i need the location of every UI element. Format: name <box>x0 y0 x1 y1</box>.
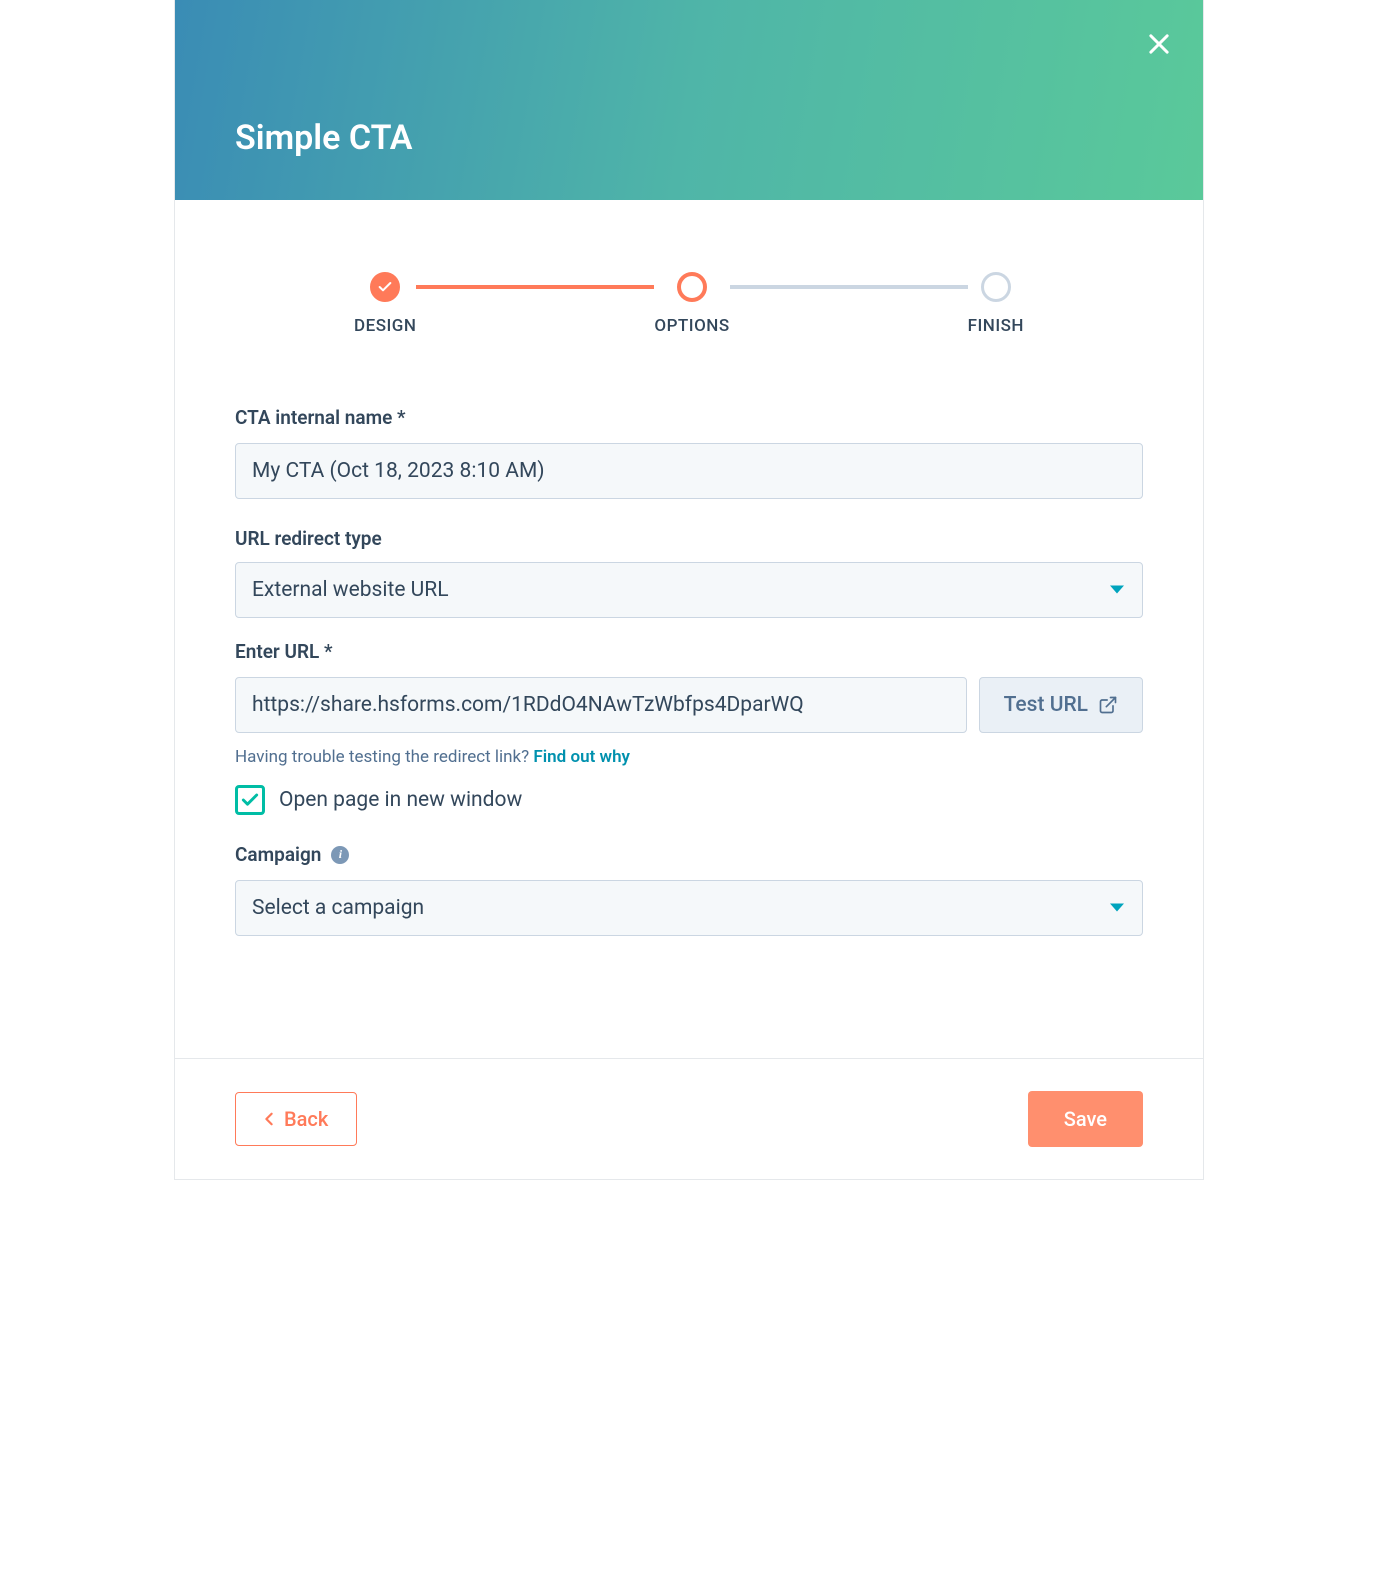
step-finish[interactable]: FINISH <box>968 272 1024 336</box>
campaign-select-wrap: Select a campaign <box>235 880 1143 936</box>
close-button[interactable] <box>1143 28 1175 60</box>
campaign-label: Campaign <box>235 843 321 866</box>
step-design[interactable]: DESIGN <box>354 272 416 336</box>
modal-footer: Back Save <box>175 1058 1203 1179</box>
open-new-window-label: Open page in new window <box>279 788 522 812</box>
back-label: Back <box>284 1107 328 1131</box>
cta-name-label: CTA internal name * <box>235 406 1143 429</box>
step-finish-label: FINISH <box>968 316 1024 336</box>
check-icon <box>377 279 393 295</box>
step-finish-circle <box>981 272 1011 302</box>
form-content: CTA internal name * URL redirect type Ex… <box>175 376 1203 1058</box>
group-campaign: Campaign i Select a campaign <box>235 843 1143 936</box>
test-url-button[interactable]: Test URL <box>979 677 1143 733</box>
close-icon <box>1145 30 1173 58</box>
step-options-circle <box>677 272 707 302</box>
find-out-why-link[interactable]: Find out why <box>533 747 630 767</box>
stepper: DESIGN OPTIONS FINISH <box>175 200 1203 376</box>
check-icon <box>240 790 260 810</box>
step-design-circle <box>370 272 400 302</box>
url-type-select-wrap: External website URL <box>235 562 1143 618</box>
test-url-label: Test URL <box>1004 693 1088 717</box>
open-new-window-checkbox[interactable] <box>235 785 265 815</box>
url-type-label: URL redirect type <box>235 527 1143 550</box>
url-input[interactable] <box>235 677 967 733</box>
step-design-label: DESIGN <box>354 316 416 336</box>
group-enter-url: Enter URL * Test URL Having trouble test… <box>235 640 1143 767</box>
step-options-label: OPTIONS <box>654 316 729 336</box>
campaign-label-row: Campaign i <box>235 843 1143 866</box>
enter-url-label: Enter URL * <box>235 640 1143 663</box>
cta-modal: Simple CTA DESIGN OPTIONS <box>174 0 1204 1180</box>
campaign-select[interactable]: Select a campaign <box>235 880 1143 936</box>
step-options[interactable]: OPTIONS <box>654 272 729 336</box>
step-connector-2 <box>730 285 968 289</box>
modal-title: Simple CTA <box>235 118 413 158</box>
url-type-select[interactable]: External website URL <box>235 562 1143 618</box>
group-cta-name: CTA internal name * <box>235 406 1143 499</box>
stepper-track: DESIGN OPTIONS FINISH <box>354 272 1024 336</box>
chevron-left-icon <box>264 1112 274 1126</box>
modal-header: Simple CTA <box>175 0 1203 200</box>
cta-name-input[interactable] <box>235 443 1143 499</box>
url-help-prefix: Having trouble testing the redirect link… <box>235 747 533 767</box>
step-connector-1 <box>416 285 654 289</box>
url-row: Test URL <box>235 677 1143 733</box>
back-button[interactable]: Back <box>235 1092 357 1146</box>
group-url-type: URL redirect type External website URL <box>235 527 1143 618</box>
open-new-window-row: Open page in new window <box>235 785 1143 815</box>
save-button[interactable]: Save <box>1028 1091 1143 1147</box>
external-link-icon <box>1098 695 1118 715</box>
url-help-text: Having trouble testing the redirect link… <box>235 747 1143 767</box>
info-icon[interactable]: i <box>331 846 349 864</box>
